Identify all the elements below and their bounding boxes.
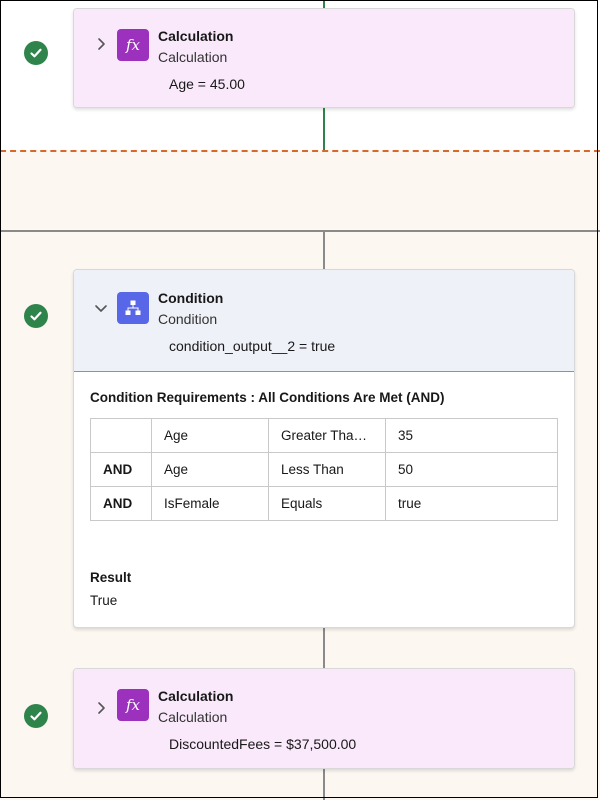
comparison-cell: Greater Than Or Equal <box>268 418 386 453</box>
step-subtitle: Calculation <box>158 709 228 725</box>
chevron-right-icon[interactable] <box>94 701 108 715</box>
result-value: True <box>90 593 118 608</box>
chevron-down-icon[interactable] <box>94 301 108 315</box>
connector-line <box>323 0 325 8</box>
operator-cell: AND <box>90 486 152 521</box>
step-header[interactable]: fx Calculation Calculation DiscountedFee… <box>74 669 574 768</box>
field-cell: Age <box>151 452 269 487</box>
comparison-cell: Less Than <box>268 452 386 487</box>
fx-icon: fx <box>117 29 149 61</box>
connector-line <box>323 108 325 150</box>
step-subtitle: Calculation <box>158 49 228 65</box>
comparison-cell: Equals <box>268 486 386 521</box>
step-title: Calculation <box>158 28 234 44</box>
step-output: condition_output__2 = true <box>169 338 336 354</box>
step-subtitle: Condition <box>158 311 218 327</box>
step-title: Condition <box>158 290 224 306</box>
operator-cell: AND <box>90 452 152 487</box>
field-cell: Age <box>151 418 269 453</box>
connector-line <box>323 628 325 668</box>
section-divider <box>0 230 600 232</box>
success-check-icon <box>24 304 48 328</box>
step-header[interactable]: Condition Condition condition_output__2 … <box>74 270 574 372</box>
chevron-right-icon[interactable] <box>94 37 108 51</box>
result-label: Result <box>90 570 132 585</box>
connector-line <box>323 769 325 800</box>
step-title: Calculation <box>158 688 234 704</box>
field-cell: IsFemale <box>151 486 269 521</box>
value-cell: 50 <box>385 452 558 487</box>
table-row: Age Greater Than Or Equal 35 <box>90 418 558 453</box>
condition-step-card[interactable]: Condition Condition condition_output__2 … <box>73 269 575 628</box>
success-check-icon <box>24 704 48 728</box>
value-cell: 35 <box>385 418 558 453</box>
value-cell: true <box>385 486 558 521</box>
success-check-icon <box>24 41 48 65</box>
decision-icon <box>117 292 149 324</box>
calculation-step-card[interactable]: fx Calculation Calculation DiscountedFee… <box>73 668 575 769</box>
condition-requirements-table: Age Greater Than Or Equal 35 AND Age Les… <box>90 418 558 521</box>
table-row: AND Age Less Than 50 <box>90 452 558 487</box>
table-row: AND IsFemale Equals true <box>90 486 558 521</box>
condition-requirements-heading: Condition Requirements : All Conditions … <box>90 390 445 405</box>
fx-icon: fx <box>117 689 149 721</box>
step-output: DiscountedFees = $37,500.00 <box>169 736 357 752</box>
connector-line <box>323 232 325 269</box>
section-divider-dashed <box>0 150 600 152</box>
step-output: Age = 45.00 <box>169 76 245 92</box>
operator-cell <box>90 418 152 453</box>
calculation-step-card[interactable]: fx Calculation Calculation Age = 45.00 <box>73 8 575 108</box>
step-header[interactable]: fx Calculation Calculation Age = 45.00 <box>74 9 574 107</box>
